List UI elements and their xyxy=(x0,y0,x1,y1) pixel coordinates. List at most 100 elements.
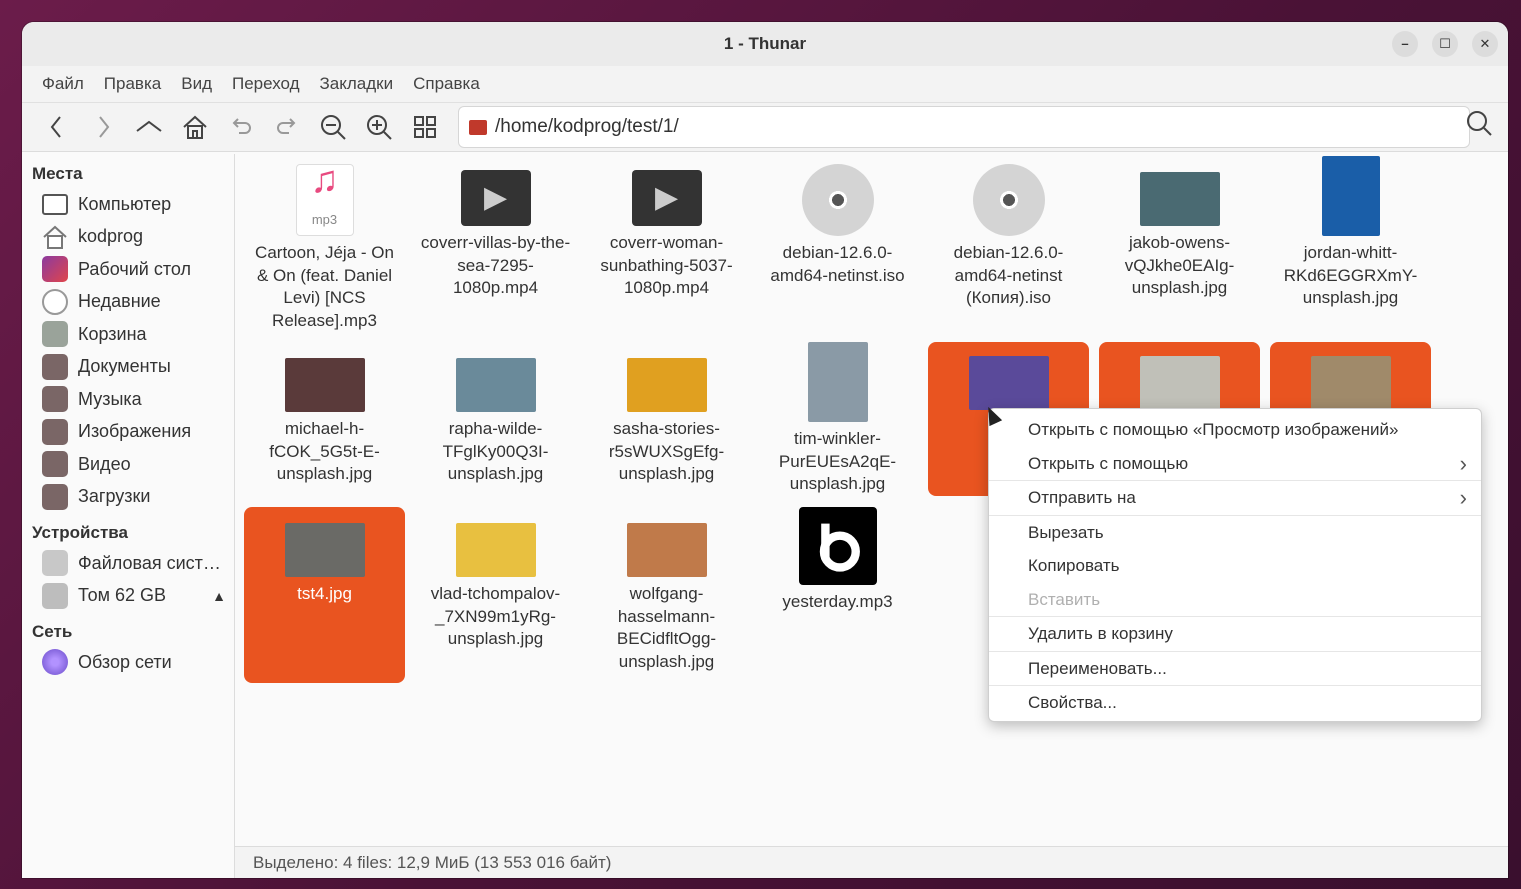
file-name: tst4.jpg xyxy=(297,584,352,603)
sidebar-item[interactable]: Обзор сети xyxy=(22,646,234,679)
context-menu-item[interactable]: Удалить в корзину xyxy=(989,616,1481,651)
context-menu-item[interactable]: Открыть с помощью «Просмотр изображений» xyxy=(989,413,1481,447)
undo-button[interactable] xyxy=(218,107,264,147)
redo-button[interactable] xyxy=(264,107,310,147)
file-item[interactable]: debian-12.6.0-amd64-netinst.iso xyxy=(757,156,918,287)
menu-bookmarks[interactable]: Закладки xyxy=(310,74,404,94)
bandlab-logo-icon xyxy=(798,507,877,585)
sidebar-item[interactable]: Музыка xyxy=(22,383,234,416)
menu-help[interactable]: Справка xyxy=(403,74,490,94)
status-bar: Выделено: 4 files: 12,9 МиБ (13 553 016 … xyxy=(235,846,1508,878)
eject-icon[interactable]: ▲ xyxy=(212,588,226,604)
file-item[interactable]: rapha-wilde-TFglKy00Q3I-unsplash.jpg xyxy=(415,342,576,486)
image-thumbnail xyxy=(626,523,707,577)
menu-file[interactable]: Файл xyxy=(32,74,94,94)
sidebar-item-label: Корзина xyxy=(78,323,147,344)
context-menu-item-label: Вырезать xyxy=(1028,522,1104,542)
menu-go[interactable]: Переход xyxy=(222,74,310,94)
home-icon xyxy=(183,115,207,139)
file-item[interactable]: michael-h-fCOK_5G5t-E-unsplash.jpg xyxy=(244,342,405,486)
chevron-right-icon: › xyxy=(1459,485,1467,510)
file-item[interactable]: jordan-whitt-RKd6EGGRXmY-unsplash.jpg xyxy=(1270,156,1431,310)
close-icon: ✕ xyxy=(1479,36,1491,51)
context-menu-item-label: Открыть с помощью xyxy=(1028,453,1189,473)
context-menu-item-label: Переименовать... xyxy=(1028,658,1167,678)
context-menu-item[interactable]: Отправить на › xyxy=(989,480,1481,515)
search-button[interactable] xyxy=(1456,103,1502,143)
sidebar-item-label: Документы xyxy=(78,356,171,377)
back-button[interactable] xyxy=(34,107,80,147)
image-thumbnail xyxy=(284,358,365,412)
context-menu-item: Вставить xyxy=(989,583,1481,617)
file-item[interactable]: tim-winkler-PurEUEsA2qE-unsplash.jpg xyxy=(757,342,918,496)
file-name: coverr-villas-by-the-sea-7295-1080p.mp4 xyxy=(420,233,571,297)
file-item[interactable]: vlad-tchompalov-_7XN99m1yRg-unsplash.jpg xyxy=(415,507,576,651)
sidebar-item[interactable]: Видео xyxy=(22,448,234,481)
home-button[interactable] xyxy=(172,107,218,147)
forward-button[interactable] xyxy=(80,107,126,147)
drive-icon xyxy=(42,550,68,577)
sidebar-item[interactable]: Недавние xyxy=(22,286,234,319)
sidebar-item[interactable]: kodprog xyxy=(22,221,234,254)
sidebar-item-label: Рабочий стол xyxy=(78,258,191,279)
context-menu-item[interactable]: Свойства... xyxy=(989,685,1481,720)
file-name: Cartoon, Jéja - On & On (feat. Daniel Le… xyxy=(255,243,394,330)
window-title: 1 - Thunar xyxy=(723,34,807,53)
undo-icon xyxy=(232,118,251,134)
zoom-in-icon xyxy=(367,115,392,140)
sidebar-item-label: Изображения xyxy=(78,421,192,442)
menu-edit[interactable]: Правка xyxy=(94,74,171,94)
network-icon xyxy=(42,649,68,676)
title-bar[interactable]: 1 - Thunar – ☐ ✕ xyxy=(22,22,1508,66)
file-item[interactable]: yesterday.mp3 xyxy=(757,507,918,614)
desktop-icon xyxy=(42,256,68,283)
context-menu-item[interactable]: Переименовать... xyxy=(989,650,1481,686)
location-bar[interactable]: /home/kodprog/test/1/ xyxy=(458,106,1470,148)
audio-file-icon: ♫ mp3 xyxy=(295,161,354,236)
file-name: coverr-woman-sunbathing-5037-1080p.mp4 xyxy=(600,233,733,297)
context-menu-item[interactable]: Вырезать xyxy=(989,514,1481,550)
image-thumbnail xyxy=(1310,356,1391,410)
file-item[interactable]: ▶ coverr-villas-by-the-sea-7295-1080p.mp4 xyxy=(415,156,576,300)
sidebar-item[interactable]: Изображения xyxy=(22,416,234,449)
sidebar-item[interactable]: Документы xyxy=(22,351,234,384)
menu-view[interactable]: Вид xyxy=(171,74,222,94)
minimize-button[interactable]: – xyxy=(1392,31,1418,57)
file-item[interactable]: sasha-stories-r5sWUXSgEfg-unsplash.jpg xyxy=(586,342,747,486)
file-name: vlad-tchompalov-_7XN99m1yRg-unsplash.jpg xyxy=(430,584,561,648)
context-menu-item[interactable]: Копировать xyxy=(989,549,1481,583)
file-name: wolfgang-hasselmann-BECidfltOgg-unsplash… xyxy=(616,584,717,671)
file-name: rapha-wilde-TFglKy00Q3I-unsplash.jpg xyxy=(442,419,549,483)
file-item[interactable]: wolfgang-hasselmann-BECidfltOgg-unsplash… xyxy=(586,507,747,673)
sidebar-item[interactable]: Файловая сист… xyxy=(22,547,234,580)
disc-image-icon xyxy=(801,164,874,236)
sidebar-item[interactable]: Корзина xyxy=(22,318,234,351)
video-file-icon: ▶ xyxy=(460,170,531,226)
file-item[interactable]: tst4.jpg xyxy=(244,507,405,683)
view-mode-button[interactable] xyxy=(402,107,448,147)
file-item[interactable]: ▶ coverr-woman-sunbathing-5037-1080p.mp4 xyxy=(586,156,747,300)
sidebar-item[interactable]: Загрузки xyxy=(22,481,234,514)
sidebar-item-label: Обзор сети xyxy=(78,651,172,672)
up-button[interactable] xyxy=(126,107,172,147)
context-menu-item[interactable]: Открыть с помощью › xyxy=(989,447,1481,481)
file-name: jordan-whitt-RKd6EGGRXmY-unsplash.jpg xyxy=(1283,243,1418,307)
file-name: michael-h-fCOK_5G5t-E-unsplash.jpg xyxy=(269,419,380,483)
sidebar-item-label: Загрузки xyxy=(78,486,151,507)
videos-folder-icon xyxy=(42,451,68,478)
up-icon xyxy=(136,120,162,132)
file-item[interactable]: ♫ mp3 Cartoon, Jéja - On & On (feat. Danie… xyxy=(244,156,405,332)
sidebar-item-label: Видео xyxy=(78,453,131,474)
sidebar-item[interactable]: Рабочий стол xyxy=(22,253,234,286)
sidebar-item[interactable]: Том 62 GB ▲ xyxy=(22,580,234,613)
sidebar-item[interactable]: Компьютер xyxy=(22,188,234,221)
maximize-button[interactable]: ☐ xyxy=(1432,31,1458,57)
zoom-out-button[interactable] xyxy=(310,107,356,147)
zoom-in-button[interactable] xyxy=(356,107,402,147)
trash-icon xyxy=(42,321,68,348)
recent-icon xyxy=(42,288,68,315)
file-name: jakob-owens-vQJkhe0EAIg-unsplash.jpg xyxy=(1124,233,1235,297)
file-item[interactable]: jakob-owens-vQJkhe0EAIg-unsplash.jpg xyxy=(1099,156,1260,300)
close-button[interactable]: ✕ xyxy=(1472,31,1498,57)
file-item[interactable]: debian-12.6.0-amd64-netinst (Копия).iso xyxy=(928,156,1089,310)
